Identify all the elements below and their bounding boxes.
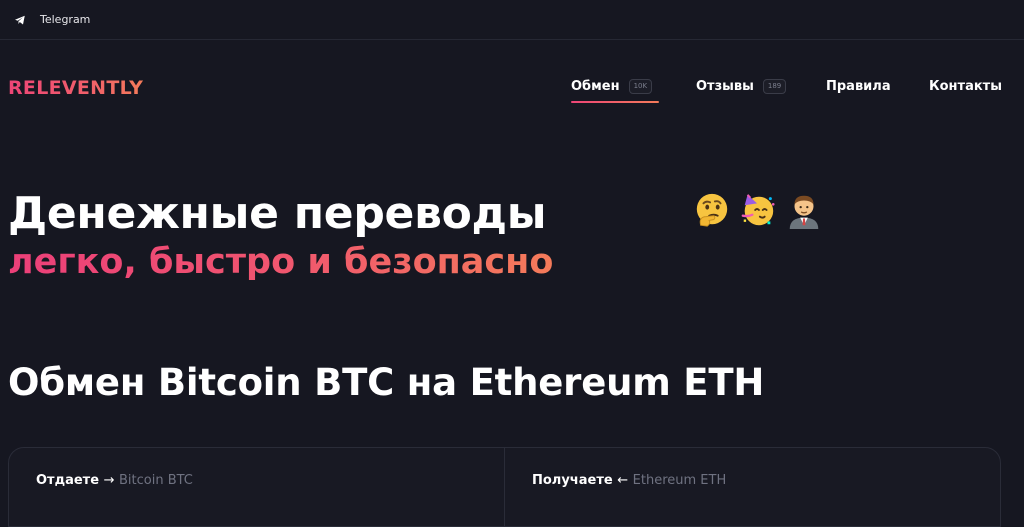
man-office-worker-icon: [789, 195, 819, 229]
nav-badge-count: 10K: [628, 78, 653, 94]
nav-item-contacts[interactable]: Контакты: [929, 76, 1002, 96]
site-header: RELEVENTLY Обмен 10K Отзывы 189 Правила …: [0, 40, 1024, 132]
partying-face-icon: [741, 194, 775, 226]
give-column: Отдаете → Bitcoin BTC: [9, 448, 504, 526]
give-currency: Bitcoin BTC: [119, 473, 193, 488]
nav-badge-count: 189: [762, 78, 787, 94]
hero-subtitle: легко, быстро и безопасно: [8, 242, 554, 282]
nav-item-exchange[interactable]: Обмен 10K: [571, 76, 653, 96]
nav-item-rules[interactable]: Правила: [826, 76, 891, 96]
nav-item-label: Правила: [826, 78, 891, 94]
arrow-right-icon: →: [103, 473, 115, 488]
give-label-text: Отдаете: [36, 473, 100, 488]
thinking-face-icon: [696, 193, 728, 227]
give-label: Отдаете → Bitcoin BTC: [36, 473, 193, 488]
top-bar: Telegram: [0, 0, 1024, 40]
telegram-link[interactable]: Telegram: [14, 13, 90, 26]
active-nav-underline: [571, 101, 659, 103]
telegram-label: Telegram: [40, 13, 91, 26]
telegram-icon: [15, 15, 25, 24]
get-currency: Ethereum ETH: [632, 473, 727, 488]
get-column: Получаете ← Ethereum ETH: [504, 448, 1000, 526]
nav-item-reviews[interactable]: Отзывы 189: [696, 76, 787, 96]
arrow-left-icon: ←: [617, 473, 629, 488]
nav-item-label: Отзывы: [696, 78, 754, 94]
exchange-title: Обмен Bitcoin BTC на Ethereum ETH: [8, 361, 765, 404]
exchange-panel: Отдаете → Bitcoin BTC Получаете ← Ethere…: [8, 447, 1001, 527]
hero-emojis: [693, 191, 823, 229]
main-nav: Обмен 10K Отзывы 189 Правила Контакты: [0, 76, 1024, 116]
get-label-text: Получаете: [532, 473, 613, 488]
hero-title: Денежные переводы: [8, 188, 547, 239]
nav-item-label: Контакты: [929, 78, 1002, 94]
nav-item-label: Обмен: [571, 78, 620, 94]
get-label: Получаете ← Ethereum ETH: [532, 473, 726, 488]
